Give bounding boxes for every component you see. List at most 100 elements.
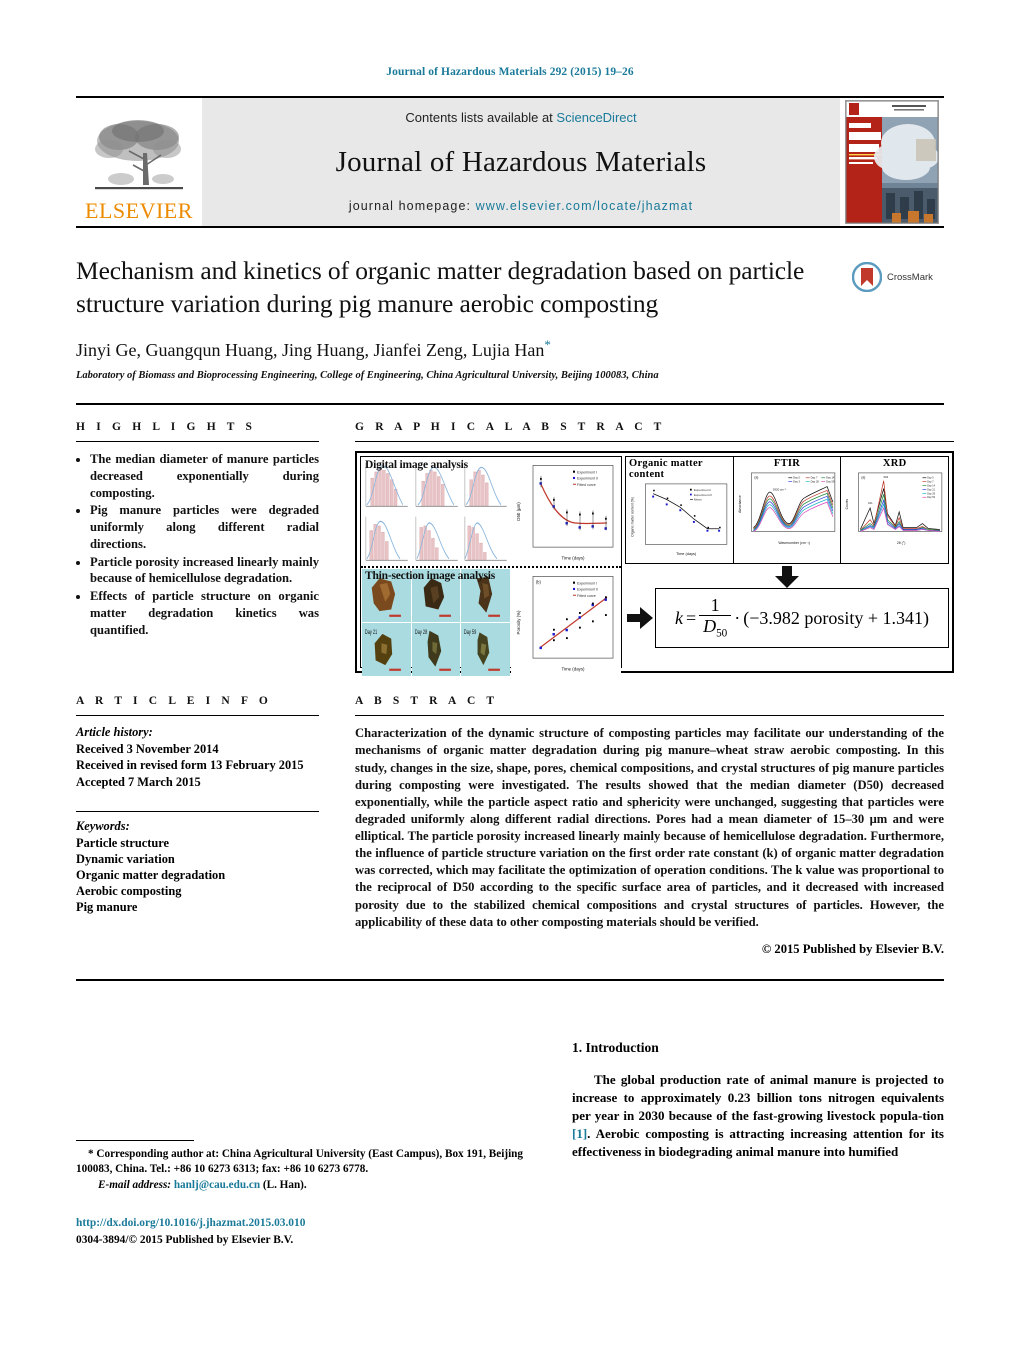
crossmark-badge[interactable]: CrossMark <box>852 262 944 292</box>
svg-text:002: 002 <box>884 475 889 479</box>
page-title: Mechanism and kinetics of organic matter… <box>76 256 805 319</box>
svg-text:Day 14: Day 14 <box>928 485 936 488</box>
homepage-url-link[interactable]: www.elsevier.com/locate/jhazmat <box>476 199 694 213</box>
svg-text:Day 59: Day 59 <box>464 629 476 636</box>
svg-text:Absorbance: Absorbance <box>737 495 741 513</box>
histogram-cell <box>362 512 411 566</box>
svg-text:Counts: Counts <box>845 499 849 510</box>
highlights-graphical-row: H I G H L I G H T S The median diameter … <box>76 421 954 678</box>
svg-text:Day 28: Day 28 <box>415 629 427 636</box>
doi-link[interactable]: http://dx.doi.org/10.1016/j.jhazmat.2015… <box>76 1215 536 1232</box>
highlights-heading: H I G H L I G H T S <box>76 421 257 434</box>
article-history-item: Received 3 November 2014 <box>76 742 219 757</box>
doi-block: http://dx.doi.org/10.1016/j.jhazmat.2015… <box>76 1215 536 1248</box>
organic-matter-content-title: Organic matter content <box>629 458 703 481</box>
list-item: Effects of particle structure on organic… <box>90 588 319 638</box>
title-divider <box>76 403 944 406</box>
homepage-prefix: journal homepage: <box>348 199 472 213</box>
svg-text:Fitted curve: Fitted curve <box>577 483 596 487</box>
svg-text:(a): (a) <box>754 476 758 480</box>
article-history-label: Article history: <box>76 725 153 740</box>
svg-text:Time (days): Time (days) <box>561 556 585 561</box>
crossmark-icon <box>852 262 882 292</box>
svg-text:Day 0: Day 0 <box>793 476 800 480</box>
elsevier-wordmark: ELSEVIER <box>85 198 193 223</box>
svg-text:Day 28: Day 28 <box>810 480 819 484</box>
abstract-heading: A B S T R A C T <box>355 695 499 708</box>
d50-decay-plot: Experiment I Experiment II Fitted curve … <box>511 457 621 567</box>
svg-text:Day 59: Day 59 <box>928 497 936 500</box>
svg-text:Experiment I: Experiment I <box>694 488 712 492</box>
svg-text:Day 21: Day 21 <box>928 489 936 492</box>
abstract-column: A B S T R A C T Characterization of the … <box>355 695 944 957</box>
graphical-abstract-heading: G R A P H I C A L A B S T R A C T <box>355 421 666 434</box>
highlights-list: The median diameter of manure particles … <box>76 451 319 638</box>
ftir-title: FTIR <box>773 458 801 470</box>
histogram-cell <box>461 458 510 512</box>
corresponding-author-note: * Corresponding author at: China Agricul… <box>76 1147 536 1178</box>
keyword-item: Aerobic composting <box>76 884 182 899</box>
svg-text:(b): (b) <box>536 580 541 585</box>
list-item: The median diameter of manure particles … <box>90 451 319 501</box>
svg-text:Experiment I: Experiment I <box>577 582 597 586</box>
journal-homepage-line: journal homepage: www.elsevier.com/locat… <box>349 199 693 213</box>
svg-text:Porosity (%): Porosity (%) <box>516 610 521 635</box>
svg-text:Day 3: Day 3 <box>793 480 800 484</box>
contents-prefix: Contents lists available at <box>405 110 553 125</box>
list-item: Particle porosity increased linearly mai… <box>90 554 319 587</box>
equation-numerator: 1 <box>710 595 720 616</box>
info-abstract-row: A R T I C L E I N F O Article history: R… <box>76 695 944 957</box>
article-history-item: Received in revised form 13 February 201… <box>76 758 304 773</box>
histogram-cell <box>411 512 461 566</box>
journal-band: Contents lists available at ScienceDirec… <box>202 98 840 226</box>
sciencedirect-link[interactable]: ScienceDirect <box>556 110 636 125</box>
ga-right-panel: Organic matter content Experiment I Expe… <box>625 456 949 668</box>
affiliation: Laboratory of Biomass and Bioprocessing … <box>76 370 659 382</box>
footnote-rule <box>76 1140 194 1141</box>
particle-photo: Day 59 <box>461 623 510 677</box>
email-label: E-mail address: <box>98 1178 172 1191</box>
svg-text:Time (days): Time (days) <box>676 551 697 556</box>
equation-row: k = 1 D50 · (−3.982 porosity + 1.341) <box>625 566 949 668</box>
organic-matter-chart: Experiment I Experiment II Mean Time (da… <box>631 483 728 556</box>
xrd-cell: XRD (a) 101 002 Day 0 Day 7 Day 14 Day 2… <box>840 457 948 564</box>
histogram-grid <box>361 457 511 566</box>
histogram-cell <box>461 512 510 566</box>
title-block: CrossMark Mechanism and kinetics of orga… <box>76 254 944 381</box>
ftir-chart: (a) 2920 cm⁻¹ Day 0 Day 3 Day 7 Day 28 D… <box>737 472 835 545</box>
author-list: Jinyi Ge, Guangqun Huang, Jing Huang, Ji… <box>76 337 944 361</box>
organic-matter-content-cell: Organic matter content Experiment I Expe… <box>626 457 733 563</box>
svg-text:Experiment II: Experiment II <box>577 477 598 481</box>
list-item: Pig manure particles were degraded unifo… <box>90 502 319 552</box>
email-link[interactable]: hanlj@cau.edu.cn <box>174 1179 260 1191</box>
d50-decay-chart: Experiment I Experiment II Fitted curve … <box>511 457 621 567</box>
highlights-rule <box>76 441 319 443</box>
rate-constant-equation: k = 1 D50 · (−3.982 porosity + 1.341) <box>675 596 929 640</box>
svg-text:Wavenumber (cm⁻¹): Wavenumber (cm⁻¹) <box>778 541 810 545</box>
arrow-down-icon <box>775 566 799 589</box>
journal-cover-thumbnail <box>845 100 939 224</box>
journal-cover-block <box>840 98 944 226</box>
thin-section-analysis-panel: Thin-section image analysis Day 21 Day 2… <box>361 568 621 678</box>
elsevier-logo: ELSEVIER <box>76 98 202 226</box>
equation-lhs: k <box>674 607 683 628</box>
thin-section-photo-grid: Day 21 Day 28 Day 59 <box>361 568 511 677</box>
introduction-heading: 1. Introduction <box>572 1040 659 1055</box>
cover-artwork <box>846 101 938 223</box>
svg-text:Day 21: Day 21 <box>365 629 377 636</box>
ftir-cell: FTIR (a) 2920 cm⁻¹ Day 0 Day 3 Day 7 Day… <box>732 457 841 564</box>
keyword-item: Particle structure <box>76 835 170 850</box>
equation-denominator: D50 <box>699 615 732 640</box>
keywords-rule <box>76 810 319 812</box>
issn-copyright-line: 0304-3894/© 2015 Published by Elsevier B… <box>76 1233 294 1246</box>
xrd-title: XRD <box>882 458 907 470</box>
svg-text:(a): (a) <box>862 476 866 480</box>
thin-section-analysis-title: Thin-section image analysis <box>365 570 496 583</box>
highlights-column: H I G H L I G H T S The median diameter … <box>76 421 319 673</box>
article-history-item: Accepted 7 March 2015 <box>76 774 201 789</box>
citation-link[interactable]: [1] <box>572 1126 587 1141</box>
keywords-label: Keywords: <box>76 818 130 833</box>
svg-text:Day 7: Day 7 <box>810 476 817 480</box>
graphical-abstract-figure: Digital image analysis Experiment I Expe… <box>355 451 954 678</box>
footnote-text: Corresponding author at: China Agricultu… <box>76 1148 523 1176</box>
